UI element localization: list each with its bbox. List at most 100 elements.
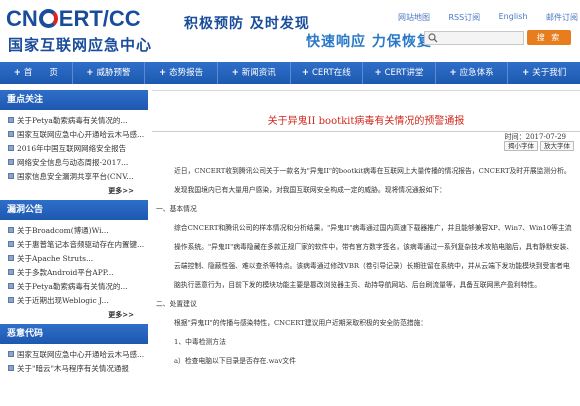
square-bullet-icon (8, 283, 14, 289)
more-link[interactable]: 更多>> (0, 184, 148, 198)
nav-about-us[interactable]: + 关于我们 (508, 62, 580, 84)
sub-heading: 1、中毒检测方法 (174, 338, 226, 346)
link-rss[interactable]: RSS订阅 (448, 12, 480, 23)
sidebar-link-text: 关于"暗云"木马程序有关情况通报 (17, 364, 129, 373)
plus-icon: + (522, 68, 530, 78)
sidebar-link[interactable]: 国家互联网应急中心开通哈云木马感... (0, 348, 148, 362)
sidebar-link-text: 国家互联网应急中心开通哈云木马感... (17, 350, 145, 359)
nav-label: 威胁预警 (96, 68, 131, 78)
paragraph: 综合CNCERT和腾讯公司的样本情况和分析结果，"异鬼II"病毒通过国内高速下载… (174, 224, 574, 289)
sidebar-link-text: 关于惠普笔记本音频驱动存在内置键... (17, 240, 145, 249)
font-size-controls: 揭小字体 放大字体 (502, 141, 574, 151)
sidebar-link[interactable]: 关于惠普笔记本音频驱动存在内置键... (0, 238, 148, 252)
nav-home[interactable]: + 首 页 (0, 62, 73, 84)
sidebar: 重点关注 关于Petya勒索病毒有关情况的... 国家互联网应急中心开通哈云木马… (0, 90, 148, 378)
article-title: 关于异鬼II bootkit病毒有关情况的预警通报 (267, 116, 465, 127)
slogan-secondary: 快速响应 力保恢复 (306, 34, 432, 50)
section-heading: 二、处置建议 (156, 300, 197, 308)
logo-cn-text: 国家互联网应急中心 (8, 36, 153, 54)
sidebar-link[interactable]: 关于近期出现Weblogic J... (0, 294, 148, 308)
link-english[interactable]: English (499, 12, 528, 23)
sidebar-section-title: 恶意代码 (0, 324, 148, 344)
plus-icon: + (86, 68, 94, 78)
link-mail-subscribe[interactable]: 邮件订阅 (546, 12, 578, 23)
sidebar-link[interactable]: 国家互联网应急中心开通哈云木马感... (0, 128, 148, 142)
nav-cert-online[interactable]: + CERT在线 (291, 62, 364, 84)
nav-label: 新闻资讯 (241, 68, 276, 78)
plus-icon: + (231, 68, 239, 78)
sidebar-section-title: 漏洞公告 (0, 200, 148, 220)
square-bullet-icon (8, 365, 14, 371)
sidebar-link-text: 关于Broadcom(博通)Wi... (17, 226, 109, 235)
sidebar-link[interactable]: 关于Apache Struts... (0, 252, 148, 266)
paragraph: a）检查电脑以下目录是否存在.wav文件 (174, 357, 296, 365)
main-nav: + 首 页 + 威胁预警 + 态势报告 + 新闻资讯 + CERT在线 + CERT讲堂 +… (0, 62, 580, 84)
sidebar-list: 国家互联网应急中心开通哈云木马感... 关于"暗云"木马程序有关情况通报 (0, 344, 148, 378)
nav-label: 态势报告 (169, 68, 204, 78)
sidebar-link[interactable]: 关于Petya勒索病毒有关情况的... (0, 280, 148, 294)
logo-text-en-rest: ERT/CC (58, 6, 141, 31)
more-link[interactable]: 更多>> (0, 308, 148, 322)
logo-text-en: CN (6, 6, 38, 31)
sidebar-link-text: 2016年中国互联网网络安全报告 (17, 144, 127, 153)
nav-threat-warning[interactable]: + 威胁预警 (73, 62, 146, 84)
square-bullet-icon (8, 117, 14, 123)
nav-label: 应急体系 (459, 68, 494, 78)
sidebar-link-text: 关于Apache Struts... (17, 254, 94, 263)
plus-icon: + (374, 68, 382, 78)
sidebar-link[interactable]: 国家信息安全漏洞共享平台(CNV... (0, 170, 148, 184)
top-links: 网站地图 RSS订阅 English 邮件订阅 (398, 12, 578, 23)
square-bullet-icon (8, 159, 14, 165)
nav-cert-lecture[interactable]: + CERT讲堂 (363, 62, 436, 84)
section-heading: 一、基本情况 (156, 205, 197, 213)
font-smaller-button[interactable]: 揭小字体 (504, 141, 538, 151)
square-bullet-icon (8, 145, 14, 151)
nav-label: CERT在线 (311, 68, 351, 78)
font-larger-button[interactable]: 放大字体 (540, 141, 574, 151)
square-bullet-icon (8, 173, 14, 179)
sidebar-link-text: 国家信息安全漏洞共享平台(CNV... (17, 172, 134, 181)
sidebar-link-text: 关于Petya勒索病毒有关情况的... (17, 282, 128, 291)
sidebar-link[interactable]: 关于"暗云"木马程序有关情况通报 (0, 362, 148, 376)
nav-situation-report[interactable]: + 态势报告 (145, 62, 218, 84)
sidebar-link[interactable]: 关于Petya勒索病毒有关情况的... (0, 114, 148, 128)
nav-label: 关于我们 (532, 68, 567, 78)
plus-icon: + (158, 68, 167, 78)
sidebar-link-text: 关于近期出现Weblogic J... (17, 296, 109, 305)
square-bullet-icon (8, 351, 14, 357)
sidebar-link[interactable]: 2016年中国互联网网络安全报告 (0, 142, 148, 156)
plus-icon: + (449, 68, 457, 78)
search-button[interactable]: 搜 索 (527, 30, 571, 45)
site-logo[interactable]: CN ERT/CC (6, 6, 141, 32)
nav-label: 首 页 (23, 68, 58, 78)
paragraph: 根据"异鬼II"的传播与感染特性，CNCERT建议用户近期采取积极的安全防范措施… (174, 319, 428, 327)
nav-emergency-system[interactable]: + 应急体系 (436, 62, 509, 84)
divider (152, 90, 580, 91)
square-bullet-icon (8, 131, 14, 137)
paragraph: 近日，CNCERT收到腾讯公司关于一款名为"异鬼II"的bootkit病毒在互联… (174, 167, 571, 194)
square-bullet-icon (8, 255, 14, 261)
plus-icon: + (301, 68, 309, 78)
square-bullet-icon (8, 297, 14, 303)
square-bullet-icon (8, 241, 14, 247)
sidebar-link-text: 关于多款Android平台APP... (17, 268, 114, 277)
sidebar-list: 关于Broadcom(博通)Wi... 关于惠普笔记本音频驱动存在内置键... … (0, 220, 148, 324)
sidebar-link[interactable]: 网络安全信息与动态周报-2017... (0, 156, 148, 170)
article-body: 近日，CNCERT收到腾讯公司关于一款名为"异鬼II"的bootkit病毒在互联… (156, 162, 576, 371)
sidebar-section-title: 重点关注 (0, 90, 148, 110)
square-bullet-icon (8, 227, 14, 233)
sidebar-link[interactable]: 关于Broadcom(博通)Wi... (0, 224, 148, 238)
sidebar-list: 关于Petya勒索病毒有关情况的... 国家互联网应急中心开通哈云木马感... … (0, 110, 148, 200)
sidebar-link-text: 网络安全信息与动态周报-2017... (17, 158, 129, 167)
plus-icon: + (13, 68, 21, 78)
search-icon (428, 33, 438, 43)
slogan-primary: 积极预防 及时发现 (184, 16, 310, 32)
nav-label: CERT讲堂 (384, 68, 424, 78)
sidebar-link-text: 国家互联网应急中心开通哈云木马感... (17, 130, 145, 139)
sidebar-link[interactable]: 关于多款Android平台APP... (0, 266, 148, 280)
site-header: CN ERT/CC 国家互联网应急中心 积极预防 及时发现 快速响应 力保恢复 网… (0, 0, 580, 62)
search-input[interactable] (424, 31, 524, 45)
link-sitemap[interactable]: 网站地图 (398, 12, 430, 23)
nav-news[interactable]: + 新闻资讯 (218, 62, 291, 84)
logo-ring-icon (38, 9, 58, 28)
